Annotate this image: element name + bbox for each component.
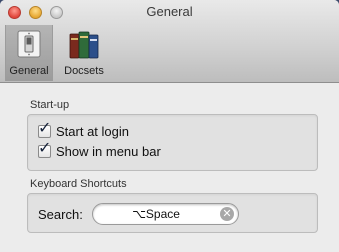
startup-section-title: Start-up [30,99,70,111]
toolbar-tab-general[interactable]: General [5,25,53,81]
start-at-login-label: Start at login [56,124,129,139]
search-shortcut-field[interactable]: ⌥Space ✕ [92,203,239,225]
clear-shortcut-icon[interactable]: ✕ [220,207,234,221]
books-icon [69,31,99,59]
toolbar-tab-docsets[interactable]: Docsets [58,25,110,81]
title-bar: General General Docsets [0,0,339,83]
search-shortcut-label: Search: [38,207,83,222]
start-at-login-checkbox[interactable]: ✓ [38,121,51,138]
checkmark-icon: ✓ [38,120,52,137]
toolbar-tab-label: Docsets [64,65,104,77]
show-in-menu-bar-checkbox[interactable]: ✓ [38,141,51,158]
keyboard-shortcuts-section-title: Keyboard Shortcuts [30,178,127,190]
preferences-window: General General Docsets Start-up ✓ Start… [0,0,339,252]
startup-group: ✓ Start at login ✓ Show in menu bar [27,114,318,171]
search-shortcut-value: ⌥Space [132,207,180,221]
keyboard-shortcuts-group: Search: ⌥Space ✕ [27,193,318,233]
light-switch-icon [17,30,41,58]
show-in-menu-bar-label: Show in menu bar [56,144,161,159]
checkmark-icon: ✓ [38,140,52,157]
window-title: General [146,4,193,19]
toolbar-tab-label: General [9,65,49,77]
